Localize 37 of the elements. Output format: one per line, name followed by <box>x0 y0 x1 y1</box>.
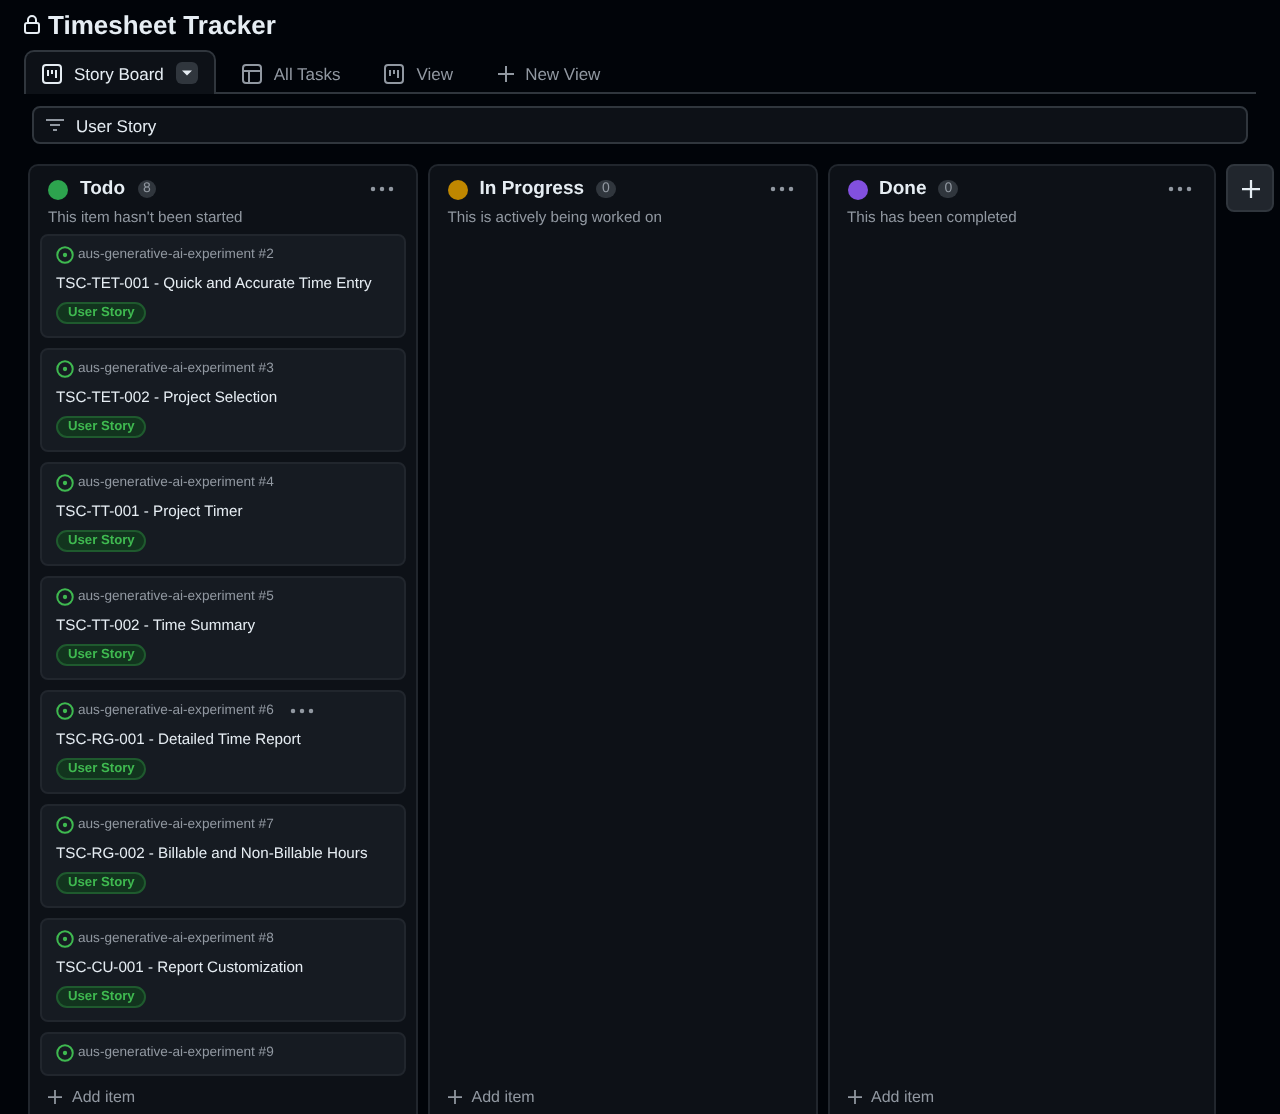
column-title: Done <box>879 178 927 200</box>
more-icon[interactable] <box>1164 186 1197 192</box>
window-title: Timesheet Tracker <box>48 9 276 39</box>
add-column-button[interactable] <box>1226 164 1274 212</box>
view-tab[interactable]: Story Board <box>24 50 216 94</box>
open-issue-icon <box>56 816 74 834</box>
filter-icon <box>46 118 64 132</box>
open-issue-icon <box>56 1044 74 1062</box>
board-icon <box>384 63 405 83</box>
filter-text: User Story <box>76 115 157 135</box>
view-tab[interactable]: All Tasks <box>223 51 359 93</box>
more-icon[interactable] <box>289 708 314 714</box>
lock-icon <box>24 14 40 34</box>
add-item-button[interactable]: Add item <box>429 1078 815 1114</box>
add-item-button[interactable]: Add item <box>30 1078 416 1114</box>
open-issue-icon <box>56 930 74 948</box>
plus-icon <box>447 1090 462 1104</box>
open-issue-icon <box>56 474 74 492</box>
board-icon <box>42 63 62 83</box>
open-issue-icon <box>56 246 74 264</box>
open-issue-icon <box>56 360 74 378</box>
view-tab[interactable]: New View <box>479 51 619 93</box>
more-icon[interactable] <box>365 186 398 192</box>
plus-icon <box>847 1090 861 1104</box>
open-issue-icon <box>56 702 74 720</box>
add-item-button[interactable]: Add item <box>829 1078 1215 1114</box>
column-title: Todo <box>80 178 126 200</box>
view-tab[interactable]: View <box>366 51 472 93</box>
more-icon[interactable] <box>765 186 797 192</box>
plus-icon <box>48 1090 62 1104</box>
plus-icon <box>497 65 514 81</box>
table-icon <box>241 63 262 83</box>
caret-icon[interactable] <box>175 62 198 84</box>
plus-icon <box>1241 179 1260 197</box>
open-issue-icon <box>56 588 74 606</box>
filter-bar[interactable]: User Story <box>32 106 1248 144</box>
column-title: In Progress <box>479 178 585 200</box>
